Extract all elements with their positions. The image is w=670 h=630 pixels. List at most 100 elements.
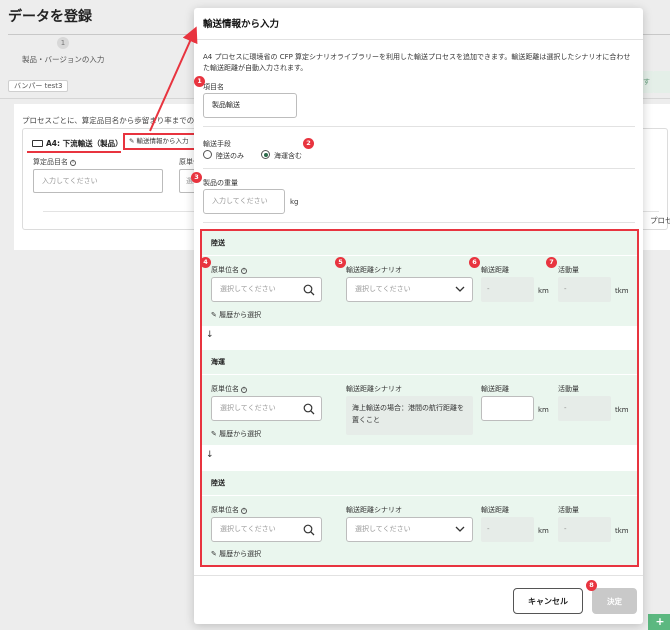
annotation-badge-5: 5 — [335, 257, 346, 268]
unit-name-search[interactable]: 選択してください — [211, 517, 322, 542]
pencil-icon: ✎ — [211, 550, 220, 558]
radio-land-only[interactable] — [203, 150, 212, 159]
process-name: A4: 下流輸送（製品） — [46, 139, 123, 148]
scenario-select[interactable]: 選択してください — [346, 517, 473, 542]
section-divider — [203, 222, 635, 223]
unit-name-search[interactable]: 選択してください — [211, 396, 322, 421]
distance-unit: km — [538, 406, 549, 414]
radio-include-sea[interactable] — [261, 150, 270, 159]
plus-icon: + — [655, 615, 665, 628]
chevron-down-icon — [455, 526, 465, 532]
search-icon[interactable] — [303, 403, 315, 415]
weight-label: 製品の重量 — [203, 179, 238, 187]
distance-label: 輸送距離 — [481, 266, 509, 274]
modal-description: A4 プロセスに環境省の CFP 算定シナリオライブラリーを利用した輸送プロセス… — [203, 53, 631, 72]
distance-unit: km — [538, 287, 549, 295]
distance-label: 輸送距離 — [481, 506, 509, 514]
scenario-select[interactable]: 選択してください — [346, 277, 473, 302]
background-process-text: プロセ — [650, 216, 670, 225]
annotation-badge-2: 2 — [303, 138, 314, 149]
col-item-name-label: 算定品目名 i — [33, 157, 76, 167]
activity-label: 活動量 — [558, 506, 579, 514]
annotation-badge-8: 8 — [586, 580, 597, 591]
leg-arrow-1: ↓ — [206, 330, 214, 340]
history-link[interactable]: ✎ 履歴から選択 — [211, 429, 261, 439]
info-icon: i — [241, 268, 247, 274]
activity-value: - — [558, 396, 611, 421]
info-icon: i — [241, 387, 247, 393]
unit-name-placeholder: 選択してください — [220, 404, 276, 412]
info-icon: i — [241, 508, 247, 514]
leg-arrow-2: ↓ — [206, 450, 214, 460]
modal-footer-divider — [194, 575, 643, 576]
modal-header-divider — [194, 39, 643, 40]
chevron-down-icon — [455, 286, 465, 292]
annotation-badge-3: 3 — [191, 172, 202, 183]
weight-unit: kg — [290, 198, 299, 206]
distance-value: - — [481, 277, 534, 302]
leg-divider — [202, 255, 637, 256]
activity-value: - — [558, 277, 611, 302]
history-link[interactable]: ✎ 履歴から選択 — [211, 310, 261, 320]
transport-info-link-label: 輸送情報から入力 — [136, 137, 189, 145]
annotation-badge-1: 1 — [194, 76, 205, 87]
unit-name-search[interactable]: 選択してください — [211, 277, 322, 302]
unit-name-placeholder: 選択してください — [220, 525, 276, 533]
activity-unit: tkm — [615, 406, 629, 414]
transport-modal: 輸送情報から入力 A4 プロセスに環境省の CFP 算定シナリオライブラリーを利… — [194, 8, 643, 624]
unit-name-placeholder: 選択してください — [220, 285, 276, 293]
transport-means-label: 輸送手段 — [203, 140, 231, 148]
unit-name-label: 原単位名 i — [211, 265, 247, 275]
activity-unit: tkm — [615, 287, 629, 295]
scenario-note: 海上輸送の場合：港間の航行距離を置くこと — [346, 396, 473, 435]
pencil-icon: ✎ — [129, 137, 135, 145]
transport-legs: 陸送 原単位名 i 選択してください 輸送距離シナリオ 選択してください 輸送距離… — [200, 229, 639, 567]
section-divider — [203, 126, 635, 127]
confirm-button[interactable]: 決定 — [592, 588, 637, 614]
step-label: 製品・バージョンの入力 — [22, 55, 105, 64]
activity-unit: tkm — [615, 527, 629, 535]
distance-label: 輸送距離 — [481, 385, 509, 393]
cancel-button[interactable]: キャンセル — [513, 588, 583, 614]
leg-divider — [202, 374, 637, 375]
scenario-label: 輸送距離シナリオ — [346, 506, 402, 514]
truck-icon — [32, 140, 43, 147]
version-tag: バンパー test3 — [8, 80, 69, 92]
leg-land-1: 陸送 原単位名 i 選択してください 輸送距離シナリオ 選択してください 輸送距離… — [202, 231, 637, 326]
search-icon[interactable] — [303, 284, 315, 296]
unit-name-label: 原単位名 i — [211, 384, 247, 394]
leg-divider — [202, 495, 637, 496]
weight-input[interactable]: 入力してください — [203, 189, 285, 214]
activity-label: 活動量 — [558, 385, 579, 393]
annotation-badge-4: 4 — [200, 257, 211, 268]
item-name-input[interactable]: 入力してください — [33, 169, 163, 193]
scenario-label: 輸送距離シナリオ — [346, 385, 402, 393]
leg-land-2: 陸送 原単位名 i 選択してください 輸送距離シナリオ 選択してください 輸送距離… — [202, 471, 637, 565]
transport-info-link[interactable]: ✎ 輸送情報から入力 — [123, 133, 200, 150]
process-description: プロセスごとに、算定品目名から歩留まり率までの情 — [22, 116, 202, 125]
leg-title: 海運 — [211, 358, 225, 366]
pencil-icon: ✎ — [211, 430, 220, 438]
scenario-label: 輸送距離シナリオ — [346, 266, 402, 274]
item-name-field[interactable]: 製品輸送 — [203, 93, 297, 118]
distance-unit: km — [538, 527, 549, 535]
history-link[interactable]: ✎ 履歴から選択 — [211, 549, 261, 559]
info-icon: i — [70, 160, 76, 166]
radio-include-sea-label: 海運含む — [274, 152, 302, 160]
add-button[interactable]: + — [648, 614, 670, 630]
leg-title: 陸送 — [211, 239, 225, 247]
page-title: データを登録 — [8, 9, 92, 25]
step-circle-1: 1 — [57, 37, 69, 49]
modal-title: 輸送情報から入力 — [203, 19, 280, 30]
section-divider — [203, 168, 635, 169]
annotation-badge-7: 7 — [546, 257, 557, 268]
unit-name-label: 原単位名 i — [211, 505, 247, 515]
item-name-label: 項目名 — [203, 83, 224, 91]
leg-sea: 海運 原単位名 i 選択してください 輸送距離シナリオ 海上輸送の場合：港間の航行… — [202, 350, 637, 445]
scenario-placeholder: 選択してください — [355, 285, 411, 293]
distance-value: - — [481, 517, 534, 542]
distance-input[interactable] — [481, 396, 534, 421]
search-icon[interactable] — [303, 524, 315, 536]
radio-land-only-label: 陸送のみ — [216, 152, 244, 160]
annotation-badge-6: 6 — [469, 257, 480, 268]
